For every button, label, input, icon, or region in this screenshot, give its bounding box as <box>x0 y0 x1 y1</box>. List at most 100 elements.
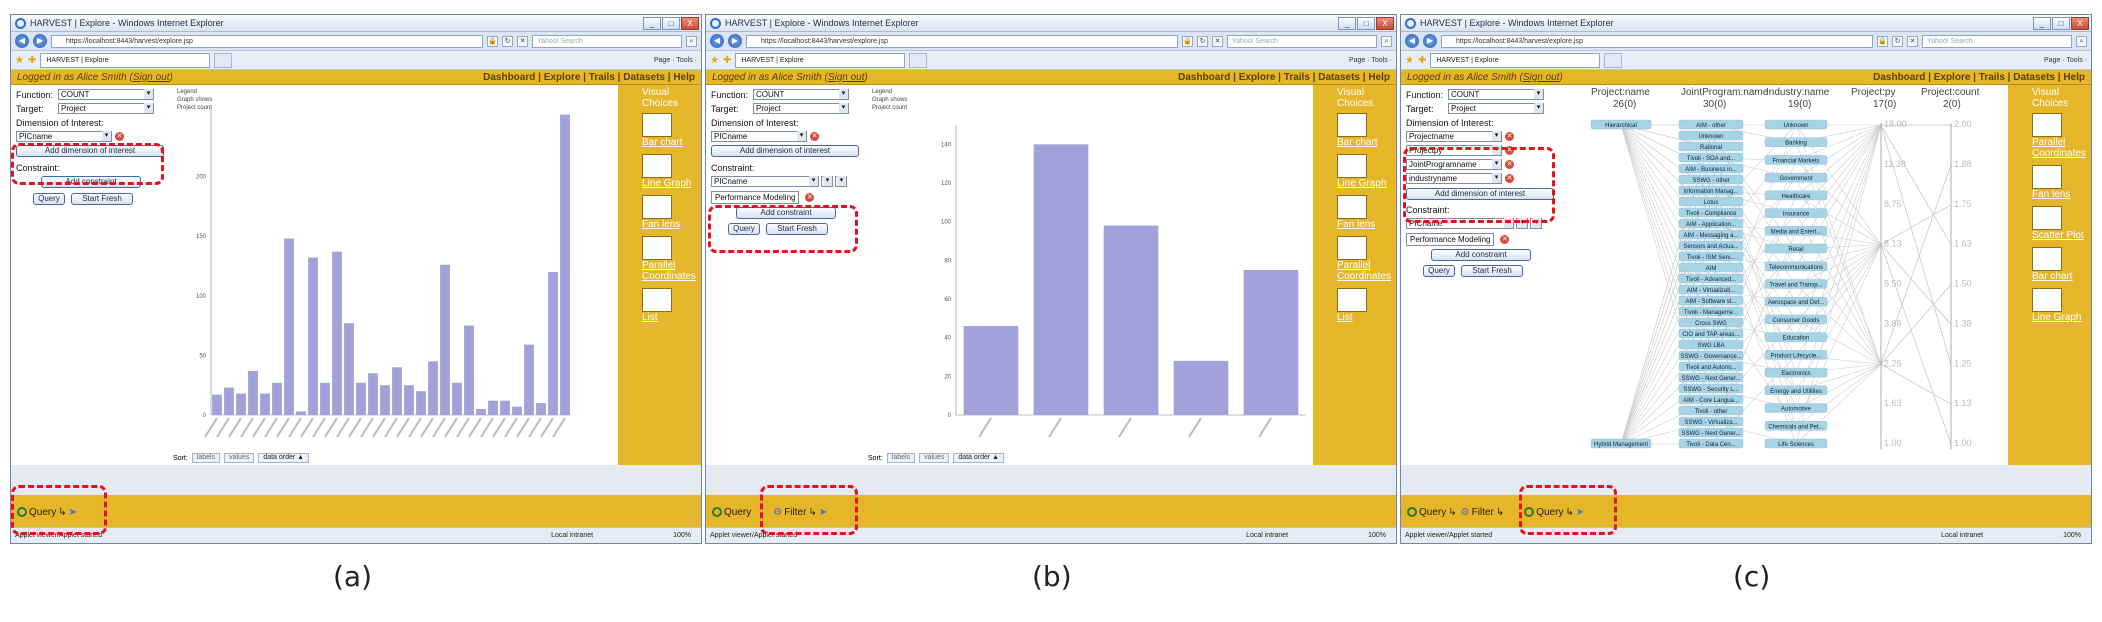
visual-choice-bar-chart[interactable]: Bar chart <box>640 113 701 148</box>
url-field[interactable]: https://localhost:8443/harvest/explore.j… <box>1441 34 1873 48</box>
forward-icon[interactable]: ▶ <box>1423 34 1437 48</box>
nav-help[interactable]: Help <box>1368 72 1390 83</box>
browser-tab[interactable]: HARVEST | Explore <box>1430 52 1601 68</box>
favorites-star-icon[interactable]: ★ <box>1405 55 1414 66</box>
close-button[interactable]: X <box>2071 16 2089 30</box>
visual-choice-fan-lens[interactable]: Fan lens <box>640 195 701 230</box>
query-button[interactable]: Query <box>33 193 65 205</box>
url-field[interactable]: https://localhost:8443/harvest/explore.j… <box>51 34 483 48</box>
nav-datasets[interactable]: Datasets <box>1318 72 1360 83</box>
browser-tab[interactable]: HARVEST | Explore <box>40 52 211 68</box>
ie-tools-menu[interactable]: Page · Tools · <box>654 57 697 64</box>
zoom-level[interactable]: 100% <box>673 532 691 539</box>
browser-tab[interactable]: HARVEST | Explore <box>735 52 906 68</box>
remove-constraint-icon[interactable]: ✕ <box>805 193 815 202</box>
nav-datasets[interactable]: Datasets <box>623 72 665 83</box>
add-favorite-icon[interactable]: ✚ <box>28 55 36 66</box>
constraint-value-field[interactable]: Performance Modeling <box>1406 233 1495 246</box>
favorites-star-icon[interactable]: ★ <box>15 55 24 66</box>
visual-choice-line-graph[interactable]: Line Graph <box>640 154 701 189</box>
stop-icon[interactable]: ✕ <box>517 35 528 47</box>
back-icon[interactable]: ◀ <box>710 34 724 48</box>
sign-out-link[interactable]: Sign out <box>1523 72 1560 83</box>
stop-icon[interactable]: ✕ <box>1907 35 1918 47</box>
zoom-level[interactable]: 100% <box>1368 532 1386 539</box>
function-select[interactable]: COUNT <box>1448 89 1544 100</box>
nav-dashboard[interactable]: Dashboard <box>483 72 535 83</box>
visual-choice-bar-chart[interactable]: Bar chart <box>2030 247 2091 282</box>
close-button[interactable]: X <box>1376 16 1394 30</box>
add-favorite-icon[interactable]: ✚ <box>723 55 731 66</box>
target-select[interactable]: Project <box>58 103 154 114</box>
target-select[interactable]: Project <box>1448 103 1544 114</box>
visual-choice-fan-lens[interactable]: Fan lens <box>1335 195 1396 230</box>
constraint-more-select[interactable] <box>835 176 847 187</box>
remove-dimension-icon[interactable]: ✕ <box>810 132 819 141</box>
ie-tools-menu[interactable]: Page · Tools · <box>2044 57 2087 64</box>
new-tab-button[interactable] <box>1604 52 1623 68</box>
nav-dashboard[interactable]: Dashboard <box>1178 72 1230 83</box>
search-input[interactable]: Yahoo! Search <box>1227 34 1377 48</box>
refresh-icon[interactable]: ↻ <box>502 35 513 47</box>
new-tab-button[interactable] <box>214 52 233 68</box>
remove-constraint-icon[interactable]: ✕ <box>1500 235 1510 244</box>
visual-choice-bar-chart[interactable]: Bar chart <box>1335 113 1396 148</box>
favorites-star-icon[interactable]: ★ <box>710 55 719 66</box>
dimension-select[interactable]: PICname <box>16 131 112 142</box>
url-field[interactable]: https://localhost:8443/harvest/explore.j… <box>746 34 1178 48</box>
sort-data-order-button[interactable]: data order ▲ <box>953 453 1005 463</box>
start-fresh-button[interactable]: Start Fresh <box>1461 265 1523 277</box>
visual-choice-parallel-coordinates[interactable]: Parallel Coordinates <box>1335 236 1396 282</box>
sort-labels-button[interactable]: labels <box>191 453 221 463</box>
visual-choice-parallel-coordinates[interactable]: Parallel Coordinates <box>2030 113 2091 159</box>
minimize-button[interactable]: _ <box>643 16 661 30</box>
nav-help[interactable]: Help <box>2063 72 2085 83</box>
nav-trails[interactable]: Trails <box>1979 72 2005 83</box>
search-icon[interactable]: ⌕ <box>2076 35 2087 47</box>
minimize-button[interactable]: _ <box>1338 16 1356 30</box>
new-tab-button[interactable] <box>909 52 928 68</box>
nav-explore[interactable]: Explore <box>544 72 581 83</box>
visual-choice-line-graph[interactable]: Line Graph <box>1335 154 1396 189</box>
ie-tools-menu[interactable]: Page · Tools · <box>1349 57 1392 64</box>
function-select[interactable]: COUNT <box>58 89 154 100</box>
query-tab-button[interactable]: Query <box>712 507 751 518</box>
add-dimension-button[interactable]: Add dimension of interest <box>711 145 859 157</box>
maximize-button[interactable]: □ <box>2052 16 2070 30</box>
nav-dashboard[interactable]: Dashboard <box>1873 72 1925 83</box>
remove-dimension-icon[interactable]: ✕ <box>1505 132 1514 141</box>
back-icon[interactable]: ◀ <box>15 34 29 48</box>
close-button[interactable]: X <box>681 16 699 30</box>
visual-choice-scatter-plot[interactable]: Scatter Plot <box>2030 206 2091 241</box>
visual-choice-parallel-coordinates[interactable]: Parallel Coordinates <box>640 236 701 282</box>
search-input[interactable]: Yahoo! Search <box>1922 34 2072 48</box>
forward-icon[interactable]: ▶ <box>728 34 742 48</box>
filter-tab-button[interactable]: ⚙ Filter ↳ <box>1461 507 1505 518</box>
nav-datasets[interactable]: Datasets <box>2013 72 2055 83</box>
visual-choice-line-graph[interactable]: Line Graph <box>2030 288 2091 323</box>
zoom-level[interactable]: 100% <box>2063 532 2081 539</box>
minimize-button[interactable]: _ <box>2033 16 2051 30</box>
constraint-operator-select[interactable]: = <box>821 176 833 187</box>
search-icon[interactable]: ⌕ <box>1381 35 1392 47</box>
sign-out-link[interactable]: Sign out <box>133 72 170 83</box>
add-constraint-button[interactable]: Add constraint <box>1431 249 1531 261</box>
function-select[interactable]: COUNT <box>753 89 849 100</box>
sort-values-button[interactable]: values <box>224 453 255 463</box>
add-favorite-icon[interactable]: ✚ <box>1418 55 1426 66</box>
query-button[interactable]: Query <box>1423 265 1455 277</box>
nav-explore[interactable]: Explore <box>1934 72 1971 83</box>
query-tab-button[interactable]: Query ↳ <box>1407 507 1457 518</box>
back-icon[interactable]: ◀ <box>1405 34 1419 48</box>
visual-choice-fan-lens[interactable]: Fan lens <box>2030 165 2091 200</box>
stop-icon[interactable]: ✕ <box>1212 35 1223 47</box>
nav-trails[interactable]: Trails <box>589 72 615 83</box>
dimension-select[interactable]: PICname <box>711 131 807 142</box>
search-input[interactable]: Yahoo! Search <box>532 34 682 48</box>
constraint-value-field[interactable]: Performance Modeling <box>711 191 800 204</box>
sort-labels-button[interactable]: labels <box>886 453 916 463</box>
nav-trails[interactable]: Trails <box>1284 72 1310 83</box>
constraint-field-select[interactable]: PICname <box>711 176 819 187</box>
dimension-select[interactable]: Projectname <box>1406 131 1502 142</box>
sort-data-order-button[interactable]: data order ▲ <box>258 453 310 463</box>
